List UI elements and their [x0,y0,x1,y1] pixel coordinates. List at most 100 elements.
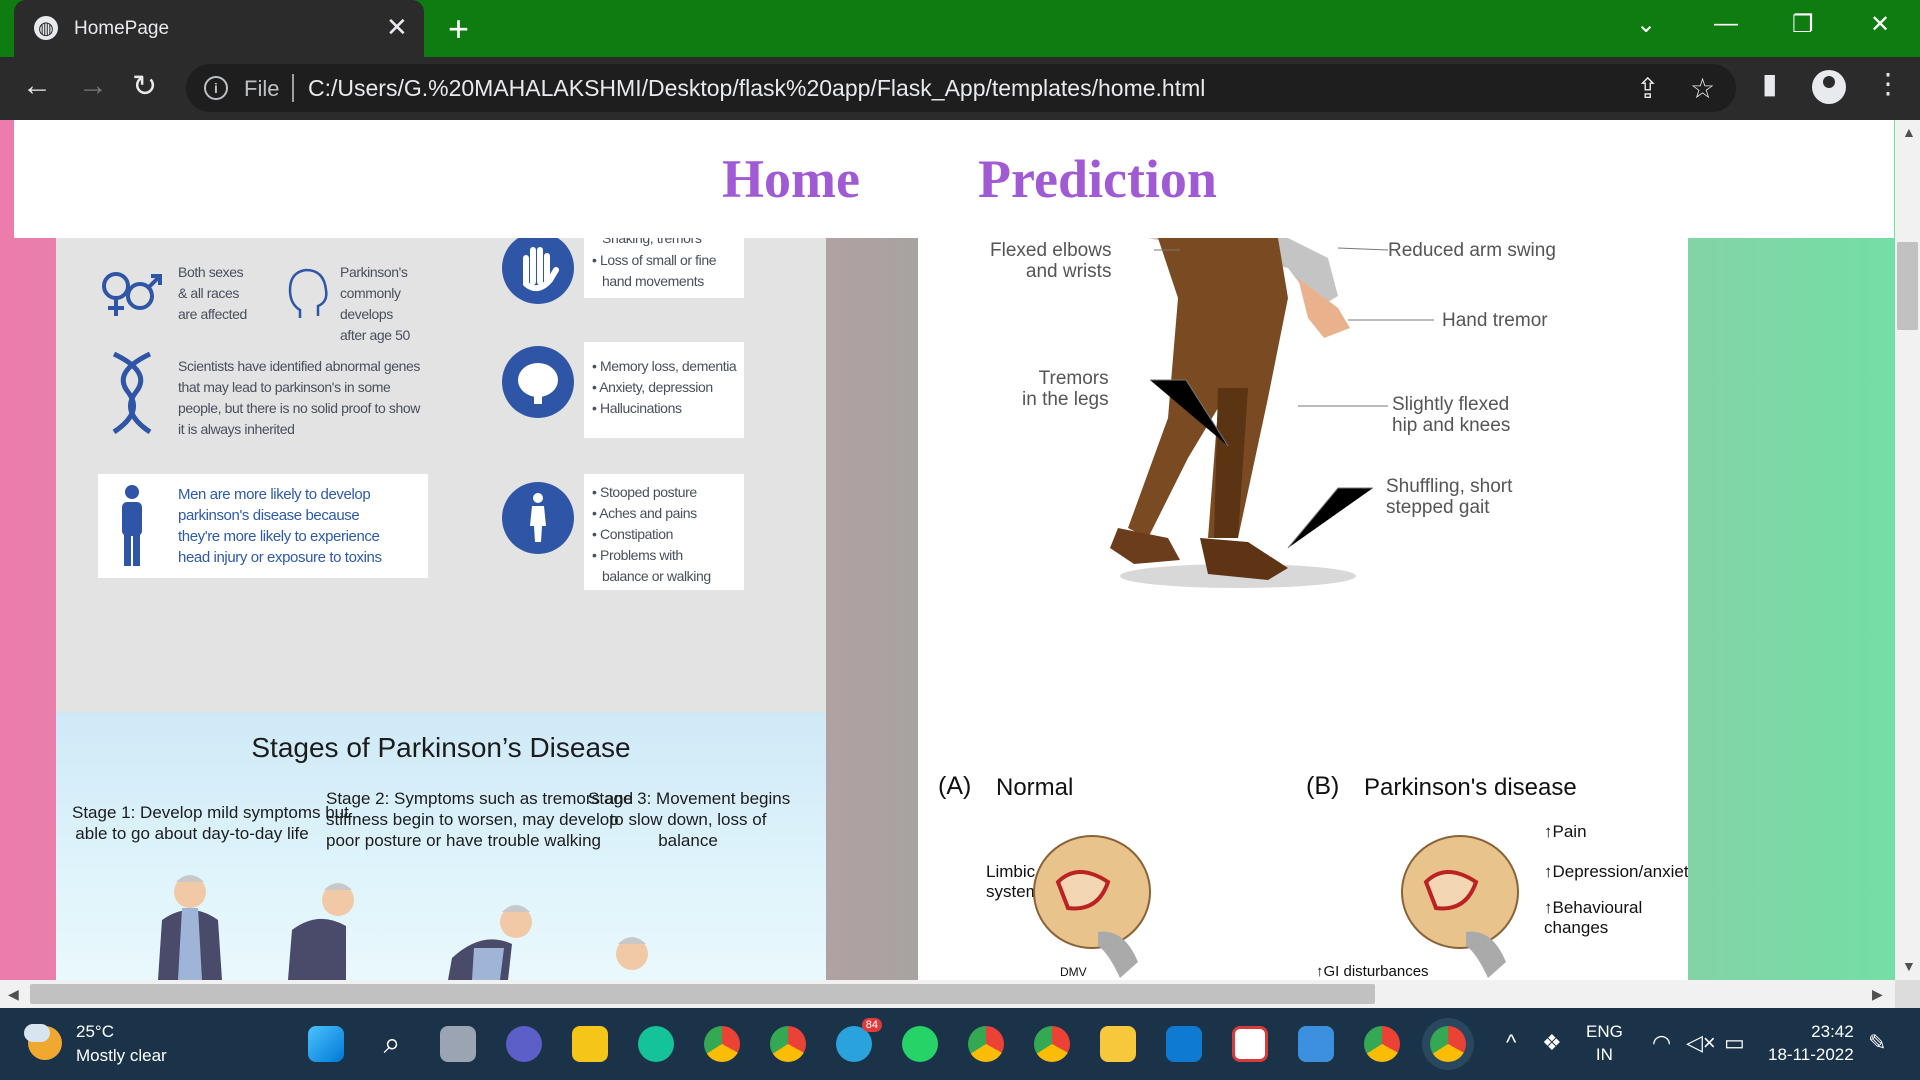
horizontal-scroll-thumb[interactable] [30,984,1375,1004]
brain-icon [502,346,574,418]
chrome-icon[interactable] [704,1026,740,1062]
bullet-item: Loss of small or fine [592,250,717,271]
tab-strip: ◍ HomePage ✕ + ⌄ — ❐ ✕ [0,0,1920,57]
weather-description[interactable]: Mostly clear [76,1046,167,1066]
behavioural-label: ↑Behavioural changes [1544,898,1643,937]
notepad-icon[interactable] [1298,1026,1334,1062]
browser-toolbar: ← → ↻ i File C:/Users/G.%20MAHALAKSHMI/D… [0,57,1920,120]
minimize-button[interactable]: — [1714,10,1738,38]
close-window-button[interactable]: ✕ [1870,10,1890,39]
reduced-arm-swing-label: Reduced arm swing [1388,240,1556,261]
restore-button[interactable]: ❐ [1792,10,1814,39]
chrome-profile-m-icon[interactable] [770,1026,806,1062]
clock[interactable]: 23:42 18-11-2022 [1768,1020,1854,1066]
back-button[interactable]: ← [22,69,52,103]
dna-icon [104,351,160,435]
file-explorer-icon[interactable] [1100,1026,1136,1062]
age-text: Parkinson's commonly develops after age … [340,264,410,343]
gender-icon [96,256,166,326]
nav-prediction-link[interactable]: Prediction [978,148,1217,210]
chrome-profile-3-icon[interactable] [1034,1026,1070,1062]
pain-label: ↑Pain [1544,822,1587,841]
tremors-legs-label: Tremors in the legs [1022,368,1109,410]
snipping-tool-icon[interactable] [1232,1026,1268,1062]
close-tab-icon[interactable]: ✕ [386,12,408,43]
scroll-left-arrow[interactable]: ◀ [8,986,19,1003]
task-view-icon[interactable] [440,1026,476,1062]
grammarly-icon[interactable] [638,1026,674,1062]
tab-homepage[interactable]: ◍ HomePage ✕ [14,0,424,57]
hand-symptoms-box: Shaking, tremors Loss of small or fine h… [584,238,744,298]
url-text[interactable]: C:/Users/G.%20MAHALAKSHMI/Desktop/flask%… [308,75,1205,102]
brain-symptoms-box: Memory loss, dementia Anxiety, depressio… [584,342,744,438]
men-risk-box: Men are more likely to develop parkinson… [98,474,428,578]
telegram-badge: 84 [861,1018,882,1032]
parkinsons-title: Parkinson's disease [1364,774,1577,801]
teams-chat-icon[interactable] [506,1026,542,1062]
search-icon[interactable]: ⌕ [374,1026,410,1062]
stages-title: Stages of Parkinson’s Disease [251,732,631,763]
tab-search-icon[interactable]: ⌄ [1636,10,1656,39]
site-navbar: Home Prediction [14,120,1894,238]
bookmark-star-icon[interactable]: ☆ [1690,72,1715,105]
parkinsons-brain-illustration [1401,835,1519,978]
stage-2-text: Stage 2: Symptoms such as tremors and st… [326,789,634,850]
telegram-icon[interactable]: 84 [836,1018,882,1062]
bullet-item: Memory loss, dementia [592,356,737,377]
new-tab-button[interactable]: + [448,8,469,50]
chrome-profile-2-icon[interactable] [968,1026,1004,1062]
bullet-item: Problems with [592,545,697,566]
tremor-fragment: Shaking, tremors [602,238,702,246]
whatsapp-icon[interactable] [902,1026,938,1062]
vertical-scroll-thumb[interactable] [1897,242,1918,330]
behavioural-text: Behavioural changes [1544,898,1643,937]
temperature[interactable]: 25°C [76,1022,114,1042]
volume-muted-icon[interactable]: ◁× [1686,1030,1716,1056]
show-hidden-icons[interactable]: ^ [1506,1030,1516,1056]
men-risk-text: Men are more likely to develop parkinson… [178,486,382,566]
battery-icon[interactable]: ▭ [1724,1030,1745,1056]
scroll-up-arrow[interactable]: ▲ [1902,124,1916,140]
language-indicator[interactable]: ENG IN [1586,1020,1623,1066]
info-icon[interactable]: i [204,76,228,100]
elderly-figures-illustration [158,875,648,980]
scroll-down-arrow[interactable]: ▼ [1902,958,1916,974]
vscode-icon[interactable] [1166,1026,1202,1062]
bullet-item: Anxiety, depression [592,377,736,398]
start-icon[interactable] [308,1026,344,1062]
profile-avatar[interactable] [1812,70,1846,104]
brain-comparison-card: (A) Normal Limbic system DMV (B) Parkins… [918,712,1688,980]
callout-lines [1150,247,1434,549]
scroll-corner [1895,980,1920,1008]
stage-3-text: Stage 3: Movement begins to slow down, l… [588,789,791,850]
sticky-notes-icon[interactable] [572,1026,608,1062]
normal-title: Normal [996,774,1074,801]
weather-icon[interactable] [24,1024,62,1060]
body-bullets: Stooped posture Aches and pains Constipa… [592,482,697,566]
menu-icon[interactable]: ⋮ [1874,67,1902,100]
side-panel-icon[interactable]: ▮ [1762,67,1777,100]
panel-b-label: (B) [1306,772,1340,800]
omnibox-divider [292,74,294,102]
wifi-icon[interactable]: ◠ [1652,1030,1671,1056]
dropbox-icon[interactable]: ❖ [1542,1030,1562,1056]
share-icon[interactable]: ⇪ [1636,72,1659,105]
notification-icon[interactable]: ✎ [1868,1030,1886,1056]
address-bar[interactable]: i File C:/Users/G.%20MAHALAKSHMI/Desktop… [186,64,1736,112]
hand-tremor-label: Hand tremor [1442,310,1548,331]
pain-text: Pain [1552,822,1587,841]
scroll-right-arrow[interactable]: ▶ [1872,986,1883,1003]
date: 18-11-2022 [1768,1045,1854,1064]
gi-label: ↑GI disturbances [1316,963,1429,980]
reload-button[interactable]: ↻ [132,69,157,104]
bullet-item: Hallucinations [592,398,736,419]
chrome-profile-m2-icon[interactable] [1364,1026,1400,1062]
panel-a-label: (A) [938,772,972,800]
globe-icon: ◍ [34,16,58,40]
flexed-elbows-label: Flexed elbows and wrists [990,240,1112,282]
forward-button[interactable]: → [78,69,108,103]
chrome-active-icon[interactable] [1430,1026,1466,1062]
nav-home-link[interactable]: Home [722,148,860,210]
bullet-continuation: balance or walking [602,568,711,584]
tab-title: HomePage [74,18,170,39]
